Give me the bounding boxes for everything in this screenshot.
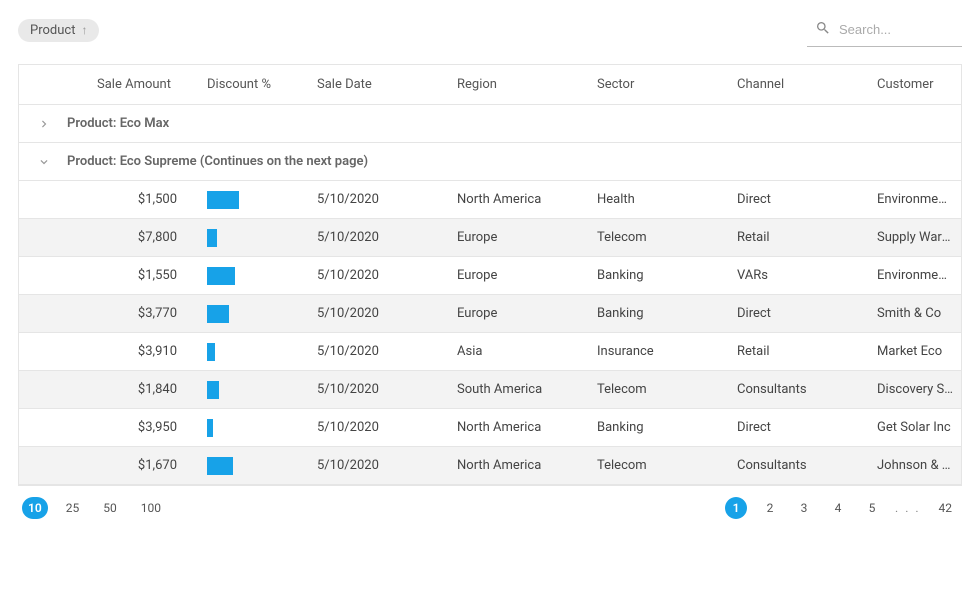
page-4[interactable]: 4 [827, 497, 849, 519]
cell-customer: Johnson & Assoc [869, 458, 961, 473]
page-size-100[interactable]: 100 [135, 497, 167, 519]
cell-sector: Health [589, 192, 729, 207]
cell-sector: Banking [589, 306, 729, 321]
col-sale-amount[interactable]: Sale Amount [69, 77, 199, 92]
cell-discount-bar [199, 229, 309, 247]
page-size-25[interactable]: 25 [60, 497, 86, 519]
cell-date: 5/10/2020 [309, 344, 449, 359]
cell-region: North America [449, 192, 589, 207]
cell-amount: $1,550 [69, 268, 199, 283]
cell-amount: $3,770 [69, 306, 199, 321]
cell-region: Europe [449, 230, 589, 245]
data-grid: Sale Amount Discount % Sale Date Region … [18, 64, 962, 486]
table-row[interactable]: $1,550 5/10/2020EuropeBankingVARsEnvironm… [19, 257, 961, 295]
cell-sector: Banking [589, 268, 729, 283]
group-label: Product: Eco Supreme (Continues on the n… [67, 154, 368, 169]
page-5[interactable]: 5 [861, 497, 883, 519]
cell-date: 5/10/2020 [309, 458, 449, 473]
cell-sector: Banking [589, 420, 729, 435]
chevron-down-icon [37, 155, 51, 169]
cell-discount-bar [199, 381, 309, 399]
col-sale-date[interactable]: Sale Date [309, 77, 449, 92]
page-2[interactable]: 2 [759, 497, 781, 519]
cell-amount: $3,950 [69, 420, 199, 435]
sort-asc-icon: ↑ [81, 23, 87, 37]
cell-channel: Retail [729, 344, 869, 359]
cell-date: 5/10/2020 [309, 306, 449, 321]
group-label: Product: Eco Max [67, 116, 169, 131]
search-input[interactable] [839, 22, 949, 37]
cell-discount-bar [199, 305, 309, 323]
col-channel[interactable]: Channel [729, 77, 869, 92]
cell-customer: Supply Warehous [869, 230, 961, 245]
page-last[interactable]: 42 [933, 497, 959, 519]
chevron-right-icon [37, 117, 51, 131]
cell-sector: Telecom [589, 230, 729, 245]
header-row: Sale Amount Discount % Sale Date Region … [19, 65, 961, 105]
group-row-eco-supreme[interactable]: Product: Eco Supreme (Continues on the n… [19, 143, 961, 181]
cell-sector: Telecom [589, 458, 729, 473]
cell-customer: Get Solar Inc [869, 420, 961, 435]
table-row[interactable]: $1,500 5/10/2020North AmericaHealthDirect… [19, 181, 961, 219]
page-1[interactable]: 1 [725, 497, 747, 519]
cell-date: 5/10/2020 [309, 382, 449, 397]
cell-discount-bar [199, 191, 309, 209]
cell-customer: Environment Solar [869, 268, 961, 283]
cell-sector: Telecom [589, 382, 729, 397]
search-field[interactable] [807, 14, 962, 47]
page-size-10[interactable]: 10 [22, 497, 48, 519]
cell-discount-bar [199, 267, 309, 285]
table-row[interactable]: $1,670 5/10/2020North AmericaTelecomConsu… [19, 447, 961, 485]
cell-region: Asia [449, 344, 589, 359]
cell-customer: Discovery Systems [869, 382, 961, 397]
cell-discount-bar [199, 419, 309, 437]
cell-date: 5/10/2020 [309, 230, 449, 245]
group-chip-label: Product [30, 23, 75, 38]
group-row-eco-max[interactable]: Product: Eco Max [19, 105, 961, 143]
cell-amount: $1,500 [69, 192, 199, 207]
cell-channel: VARs [729, 268, 869, 283]
col-sector[interactable]: Sector [589, 77, 729, 92]
cell-region: Europe [449, 306, 589, 321]
col-customer[interactable]: Customer [869, 77, 961, 92]
search-icon [815, 20, 831, 40]
cell-channel: Consultants [729, 458, 869, 473]
cell-amount: $1,670 [69, 458, 199, 473]
cell-date: 5/10/2020 [309, 268, 449, 283]
cell-region: North America [449, 458, 589, 473]
page-3[interactable]: 3 [793, 497, 815, 519]
cell-region: Europe [449, 268, 589, 283]
cell-customer: Environment Solar [869, 192, 961, 207]
cell-channel: Retail [729, 230, 869, 245]
cell-channel: Direct [729, 192, 869, 207]
cell-channel: Consultants [729, 382, 869, 397]
cell-customer: Smith & Co [869, 306, 961, 321]
table-row[interactable]: $3,770 5/10/2020EuropeBankingDirectSmith … [19, 295, 961, 333]
cell-date: 5/10/2020 [309, 192, 449, 207]
col-region[interactable]: Region [449, 77, 589, 92]
cell-region: North America [449, 420, 589, 435]
group-chip-product[interactable]: Product ↑ [18, 19, 99, 42]
cell-discount-bar [199, 343, 309, 361]
cell-date: 5/10/2020 [309, 420, 449, 435]
page-navigator: 12345 . . . 42 [725, 497, 958, 519]
cell-sector: Insurance [589, 344, 729, 359]
cell-customer: Market Eco [869, 344, 961, 359]
table-row[interactable]: $1,840 5/10/2020South AmericaTelecomConsu… [19, 371, 961, 409]
page-size-50[interactable]: 50 [97, 497, 123, 519]
pager: 10 25 50 100 12345 . . . 42 [18, 486, 962, 530]
page-ellipsis: . . . [895, 501, 920, 515]
cell-channel: Direct [729, 420, 869, 435]
table-row[interactable]: $7,800 5/10/2020EuropeTelecomRetailSupply… [19, 219, 961, 257]
cell-discount-bar [199, 457, 309, 475]
cell-region: South America [449, 382, 589, 397]
table-row[interactable]: $3,910 5/10/2020AsiaInsuranceRetailMarket… [19, 333, 961, 371]
cell-amount: $3,910 [69, 344, 199, 359]
page-size-selector: 10 25 50 100 [22, 497, 167, 519]
col-discount[interactable]: Discount % [199, 77, 309, 92]
table-row[interactable]: $3,950 5/10/2020North AmericaBankingDirec… [19, 409, 961, 447]
cell-channel: Direct [729, 306, 869, 321]
cell-amount: $7,800 [69, 230, 199, 245]
cell-amount: $1,840 [69, 382, 199, 397]
